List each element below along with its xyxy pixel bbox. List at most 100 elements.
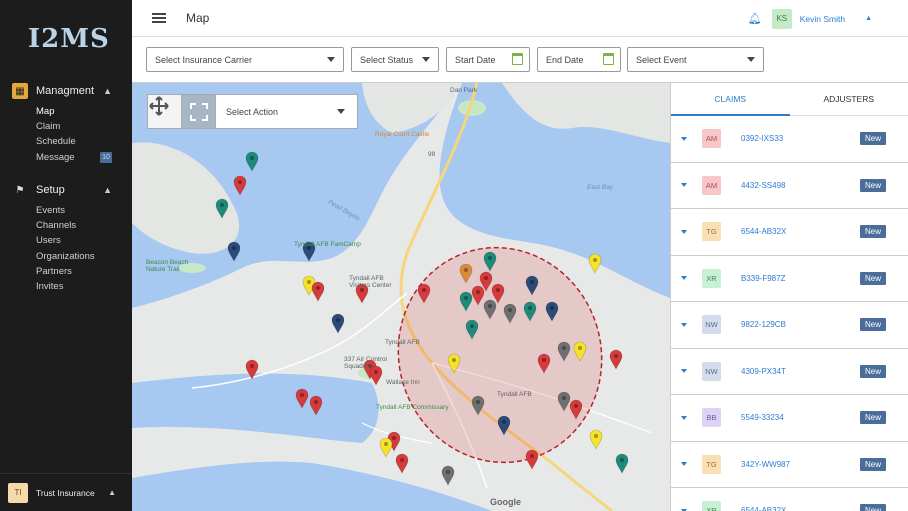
sidebar-item-users[interactable]: Users (36, 233, 132, 248)
calendar-icon (512, 53, 523, 65)
nav-section-setup: ⚑ Setup ▲ Events Channels Users Organiza… (0, 181, 132, 294)
date-placeholder: Start Date (455, 54, 496, 65)
sidebar-item-organizations[interactable]: Organizations (36, 249, 132, 264)
tab-claims[interactable]: CLAIMS (671, 83, 790, 116)
expand-caret-icon[interactable] (681, 183, 687, 188)
claim-id[interactable]: 4432-SS498 (741, 181, 860, 190)
expand-caret-icon[interactable] (681, 276, 687, 281)
claim-row[interactable]: NW 4309-PX34T New (671, 349, 908, 395)
map-pin-dot (530, 454, 534, 458)
status-badge: New (859, 504, 886, 511)
sidebar-item-message[interactable]: Message 10 (36, 150, 132, 165)
expand-caret-icon[interactable] (681, 462, 687, 467)
chevron-up-icon[interactable]: ▲ (865, 15, 872, 22)
map-pin-dot (502, 420, 506, 424)
sidebar-item-claim[interactable]: Claim (36, 119, 132, 134)
claim-row[interactable]: XR B339-F987Z New (671, 256, 908, 302)
map-pin-dot (220, 203, 224, 207)
map-label: Royal Court Castle (375, 131, 430, 138)
insurance-carrier-select[interactable]: Select Insurance Carrier (146, 47, 344, 72)
map-pin-dot (476, 290, 480, 294)
expand-caret-icon[interactable] (681, 229, 687, 234)
nav-head-management[interactable]: ▦ Managment ▲ (0, 82, 132, 100)
start-date-input[interactable]: Start Date (446, 47, 530, 72)
caret-down-icon (327, 57, 335, 62)
sidebar-item-label: Message (36, 151, 75, 163)
map-pin-dot (232, 246, 236, 250)
claim-row[interactable]: XR 6544-AB32X New (671, 488, 908, 511)
claim-row[interactable]: TG 6544-AB32X New (671, 209, 908, 256)
claim-id[interactable]: 0392-IXS33 (741, 134, 860, 143)
claim-avatar: NW (702, 361, 721, 381)
map-grid-icon: ▦ (12, 83, 28, 99)
claim-id[interactable]: 9822-129CB (741, 320, 860, 329)
select-area-tool-button[interactable] (182, 95, 216, 128)
sidebar-item-map[interactable]: Map (36, 104, 132, 119)
map-label: 98 (428, 151, 436, 158)
map-pin-dot (422, 288, 426, 292)
claim-id[interactable]: 6544-AB32X (741, 506, 860, 511)
claim-id[interactable]: 4309-PX34T (741, 367, 860, 376)
map-label: Tyndall AFB Visitors Center (349, 275, 392, 289)
select-value: Select Status (360, 54, 414, 65)
expand-caret-icon[interactable] (681, 369, 687, 374)
map-label: Tyndall AFB (497, 391, 532, 398)
expand-caret-icon[interactable] (681, 415, 687, 420)
action-select[interactable]: Select Action (216, 95, 357, 128)
map-canvas[interactable] (132, 83, 670, 511)
map-pin-dot (446, 470, 450, 474)
map-pin-dot (542, 358, 546, 362)
claim-row[interactable]: AM 4432-SS498 New (671, 163, 908, 209)
map-pin-dot (508, 308, 512, 312)
map-view[interactable]: Select Action Dan Park Royal Court Castl… (132, 83, 670, 511)
claim-id[interactable]: B339-F987Z (741, 274, 860, 283)
map-pin-dot (530, 280, 534, 284)
claim-row[interactable]: TG 342Y-WW987 New (671, 442, 908, 488)
sidebar-item-schedule[interactable]: Schedule (36, 134, 132, 149)
select-value: Select Insurance Carrier (155, 54, 253, 65)
chevron-up-icon: ▲ (103, 86, 112, 96)
claim-id[interactable]: 6544-AB32X (741, 227, 860, 236)
sidebar-item-events[interactable]: Events (36, 203, 132, 218)
status-badge: New (859, 271, 886, 285)
app-logo: I2MS (28, 24, 110, 54)
status-badge: New (859, 411, 886, 425)
bell-icon[interactable]: 🔔︎ (748, 12, 762, 25)
claim-row[interactable]: NW 9822-129CB New (671, 302, 908, 349)
map-pin-dot (528, 306, 532, 310)
end-date-input[interactable]: End Date (537, 47, 621, 72)
map-pin-dot (496, 288, 500, 292)
map-pin-dot (620, 458, 624, 462)
map-pin-dot (464, 296, 468, 300)
claim-id[interactable]: 342Y-WW987 (741, 460, 860, 469)
sidebar-item-channels[interactable]: Channels (36, 218, 132, 233)
caret-down-icon (422, 57, 430, 62)
select-value: Select Action (226, 106, 279, 117)
tab-adjusters[interactable]: ADJUSTERS (790, 83, 908, 115)
claim-id[interactable]: 5549-33234 (741, 413, 860, 422)
pan-tool-button[interactable] (148, 95, 182, 128)
user-name[interactable]: Kevin Smith (800, 14, 845, 24)
expand-caret-icon[interactable] (681, 322, 687, 327)
nav-head-setup[interactable]: ⚑ Setup ▲ (0, 181, 132, 199)
map-pin-dot (562, 396, 566, 400)
calendar-icon (603, 53, 614, 65)
status-badge: New (859, 457, 886, 471)
map-pin-dot (392, 436, 396, 440)
claim-avatar: XR (702, 268, 721, 288)
map-label: 337 Air Control Squadron (344, 356, 387, 370)
claim-row[interactable]: AM 0392-IXS33 New (671, 116, 908, 163)
sidebar-item-invites[interactable]: Invites (36, 279, 132, 294)
map-pin-dot (374, 370, 378, 374)
sidebar-item-partners[interactable]: Partners (36, 264, 132, 279)
expand-caret-icon[interactable] (681, 136, 687, 141)
nav-section-management: ▦ Managment ▲ Map Claim Schedule Message… (0, 82, 132, 165)
selection-box-icon (189, 102, 208, 121)
menu-icon[interactable] (152, 13, 166, 23)
status-select[interactable]: Select Status (351, 47, 439, 72)
event-select[interactable]: Select Event (627, 47, 764, 72)
map-pin-dot (578, 346, 582, 350)
claim-avatar: BB (702, 408, 721, 428)
claim-row[interactable]: BB 5549-33234 New (671, 395, 908, 442)
organization-switcher[interactable]: TI Trust Insurance ▲ (0, 473, 132, 511)
